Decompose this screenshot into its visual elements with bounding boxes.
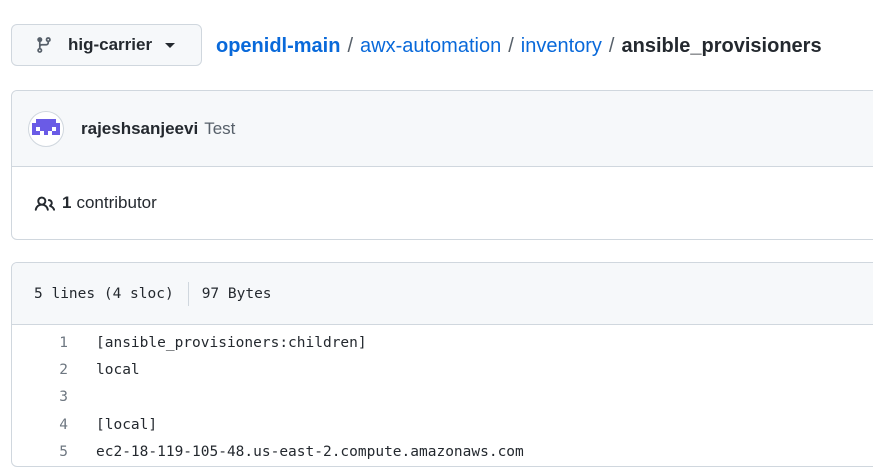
- code-line: 2 local: [12, 356, 873, 383]
- line-text: [ansible_provisioners:children]: [96, 334, 367, 351]
- breadcrumb: openidl-main / awx-automation / inventor…: [216, 35, 822, 58]
- breadcrumb-link-inventory[interactable]: inventory: [521, 35, 602, 58]
- breadcrumb-separator: /: [508, 35, 514, 57]
- chevron-down-icon: [165, 42, 176, 48]
- code-line: 3: [12, 384, 873, 411]
- file-view-page: hig-carrier openidl-main / awx-automatio…: [0, 0, 873, 469]
- code-line: 4 [local]: [12, 411, 873, 438]
- commit-header: rajeshsanjeevi Test: [12, 91, 873, 167]
- line-text: ec2-18-119-105-48.us-east-2.compute.amaz…: [96, 444, 524, 461]
- line-text: [local]: [96, 416, 158, 433]
- branch-name: hig-carrier: [68, 35, 153, 54]
- commit-message-link[interactable]: Test: [204, 119, 235, 139]
- commit-author-link[interactable]: rajeshsanjeevi: [81, 119, 198, 139]
- file-info-divider: [187, 281, 189, 306]
- line-number[interactable]: 4: [12, 417, 68, 433]
- line-number[interactable]: 2: [12, 362, 68, 378]
- line-text: local: [96, 362, 140, 379]
- contributor-label: contributor: [76, 193, 157, 212]
- breadcrumb-repo-link[interactable]: openidl-main: [216, 35, 340, 58]
- code-line: 1 [ansible_provisioners:children]: [12, 329, 873, 356]
- file-info-header: 5 lines (4 sloc) 97 Bytes: [12, 263, 873, 325]
- breadcrumb-link-awx-automation[interactable]: awx-automation: [360, 35, 501, 58]
- branch-select-button[interactable]: hig-carrier: [11, 24, 202, 66]
- avatar[interactable]: [28, 110, 64, 147]
- git-branch-icon: [35, 36, 53, 54]
- line-number[interactable]: 5: [12, 444, 68, 460]
- contributor-count: 1: [62, 193, 72, 212]
- latest-commit-box: rajeshsanjeevi Test 1 contributor: [11, 90, 873, 240]
- code-line: 5 ec2-18-119-105-48.us-east-2.compute.am…: [12, 439, 873, 466]
- people-icon: [34, 194, 56, 212]
- code-view: 1 [ansible_provisioners:children] 2 loca…: [12, 325, 873, 466]
- line-number[interactable]: 1: [12, 335, 68, 351]
- breadcrumb-separator: /: [347, 35, 354, 57]
- file-size: 97 Bytes: [201, 285, 272, 302]
- line-number[interactable]: 3: [12, 389, 68, 405]
- file-lines-info: 5 lines (4 sloc): [34, 285, 174, 302]
- file-content-box: 5 lines (4 sloc) 97 Bytes 1 [ansible_pro…: [11, 262, 873, 467]
- breadcrumb-current-file: ansible_provisioners: [621, 35, 822, 57]
- breadcrumb-separator: /: [608, 35, 615, 57]
- contributors-row[interactable]: 1 contributor: [12, 167, 873, 239]
